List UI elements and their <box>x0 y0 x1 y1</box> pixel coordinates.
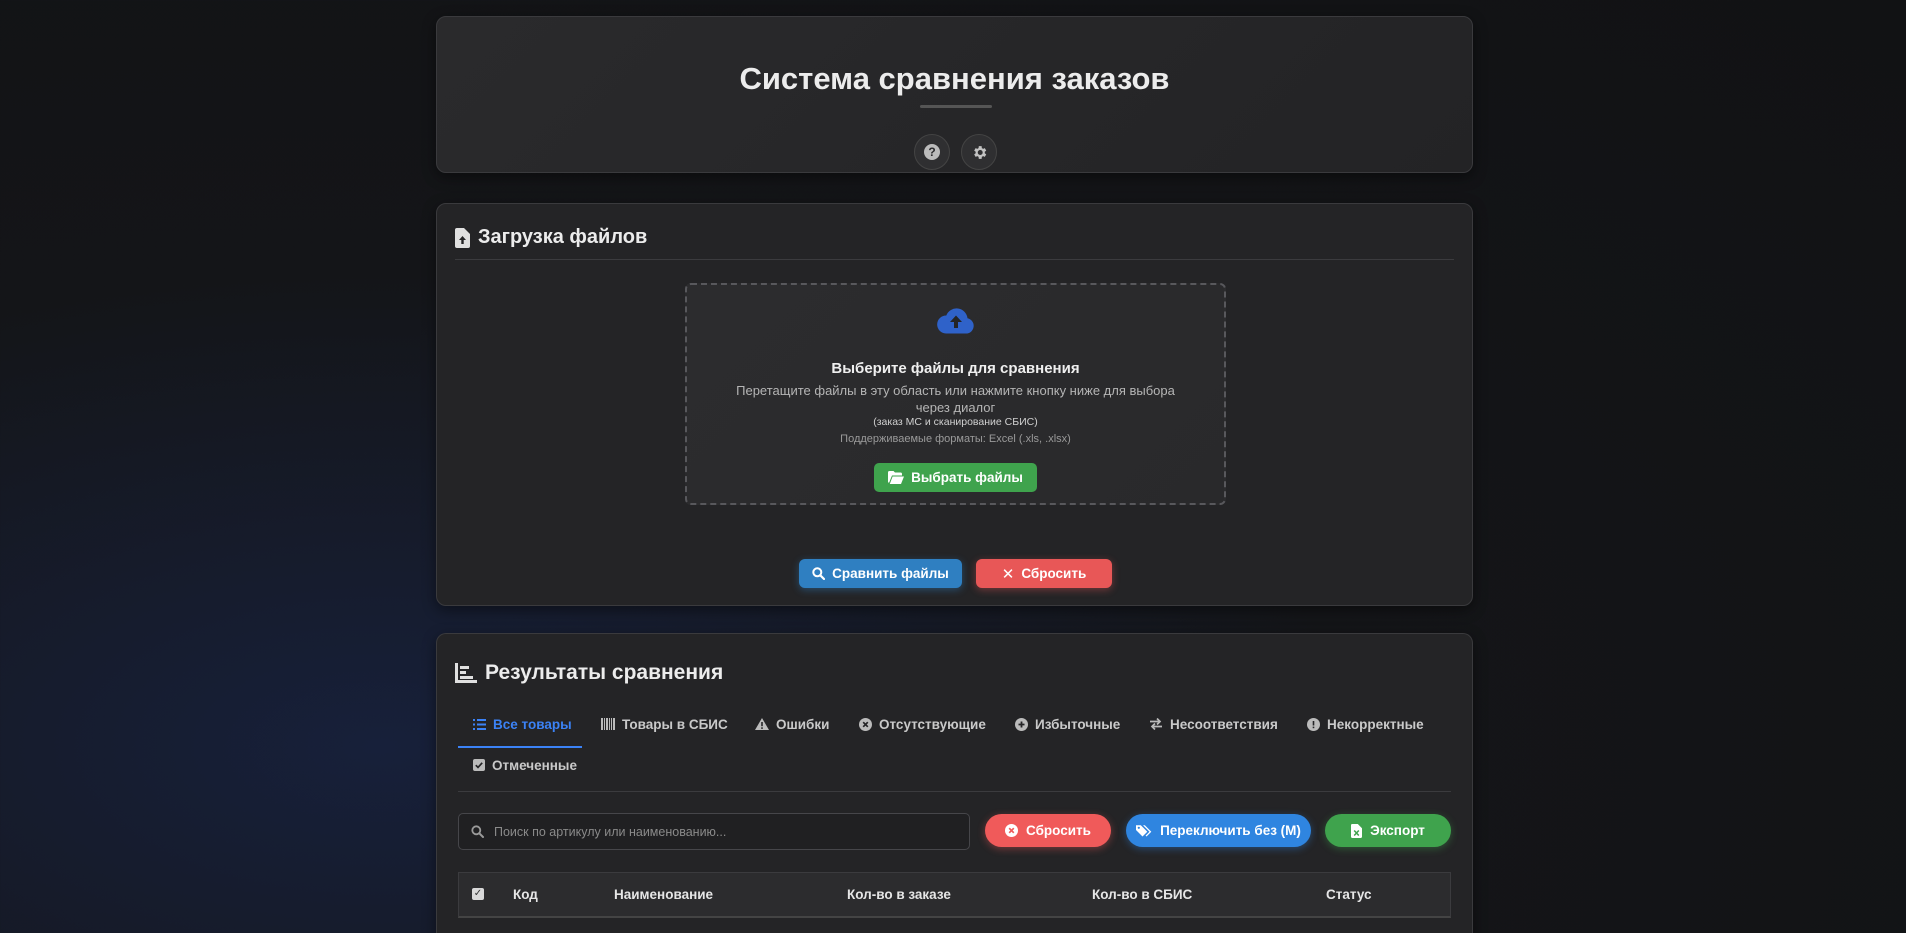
times-circle-icon <box>859 717 872 731</box>
choose-files-label: Выбрать файлы <box>911 470 1023 485</box>
tab-label: Все товары <box>493 716 572 732</box>
gear-icon <box>973 145 986 159</box>
check-square-icon <box>473 759 485 771</box>
help-button[interactable]: ? <box>914 134 950 170</box>
tab-label: Избыточные <box>1035 716 1121 732</box>
choose-files-button[interactable]: Выбрать файлы <box>874 463 1037 492</box>
export-label: Экспорт <box>1370 823 1425 838</box>
compare-files-button[interactable]: Сравнить файлы <box>799 559 962 588</box>
filter-reset-button[interactable]: Сбросить <box>985 814 1111 847</box>
tab-excess[interactable]: Избыточные <box>1015 713 1120 735</box>
dropzone-description: Перетащите файлы в эту область или нажми… <box>736 383 1175 415</box>
results-card: Результаты сравнения Все товары Товары в… <box>436 633 1473 933</box>
list-icon <box>473 718 486 730</box>
search-icon <box>812 567 826 580</box>
tab-label: Товары в СБИС <box>622 716 728 732</box>
tab-label: Несоответствия <box>1170 716 1278 732</box>
export-button[interactable]: Экспорт <box>1325 814 1451 847</box>
results-table-header: ✓ Код Наименование Кол-во в заказе Кол-в… <box>458 872 1451 918</box>
folder-open-icon <box>888 471 905 484</box>
cloud-upload-icon <box>937 308 974 334</box>
file-excel-icon <box>1351 823 1363 838</box>
tab-marked[interactable]: Отмеченные <box>473 754 577 776</box>
tabs-divider <box>458 791 1451 792</box>
column-header-sbis-qty[interactable]: Кол-во в СБИС <box>1092 887 1192 902</box>
tags-icon <box>1136 825 1152 837</box>
file-upload-icon <box>455 227 470 248</box>
close-icon: ✕ <box>1001 565 1015 583</box>
plus-circle-icon <box>1015 717 1028 731</box>
compare-files-label: Сравнить файлы <box>832 566 949 581</box>
search-field[interactable] <box>458 813 970 850</box>
supported-formats: Поддерживаемые форматы: Excel (.xls, .xl… <box>840 433 1071 445</box>
reset-label: Сбросить <box>1021 566 1087 581</box>
upload-card: Загрузка файлов Выберите файлы для сравн… <box>436 203 1473 606</box>
column-header-code[interactable]: Код <box>513 887 538 902</box>
results-section-title: Результаты сравнения <box>455 661 723 685</box>
header-card: Система сравнения заказов ? <box>436 16 1473 173</box>
warning-icon <box>755 718 769 730</box>
tab-label: Некорректные <box>1327 716 1424 732</box>
chart-bar-icon <box>455 663 477 683</box>
exchange-icon <box>1150 718 1162 730</box>
title-underline <box>920 105 992 108</box>
tab-errors[interactable]: Ошибки <box>755 713 829 735</box>
dropzone-note: (заказ МС и сканирование СБИС) <box>873 416 1038 428</box>
toggle-label: Переключить без (М) <box>1160 823 1301 838</box>
upload-section-title: Загрузка файлов <box>455 226 647 249</box>
select-all-checkbox[interactable]: ✓ <box>472 888 484 900</box>
tab-incorrect[interactable]: Некорректные <box>1307 713 1424 735</box>
tab-label: Отмеченные <box>492 757 577 773</box>
toggle-without-m-button[interactable]: Переключить без (М) <box>1126 814 1311 847</box>
tab-label: Отсутствующие <box>879 716 986 732</box>
tab-sbis-items[interactable]: Товары в СБИС <box>601 713 728 735</box>
page-title: Система сравнения заказов <box>739 61 1170 96</box>
column-header-order-qty[interactable]: Кол-во в заказе <box>847 887 951 902</box>
reset-button[interactable]: ✕ Сбросить <box>976 559 1112 588</box>
column-header-status[interactable]: Статус <box>1326 887 1372 902</box>
dropzone-title: Выберите файлы для сравнения <box>831 360 1080 377</box>
file-dropzone[interactable]: Выберите файлы для сравнения Перетащите … <box>685 283 1226 505</box>
tab-label: Ошибки <box>776 716 830 732</box>
barcode-icon <box>601 718 615 730</box>
question-circle-icon: ? <box>924 144 940 160</box>
checkbox-icon: ✓ <box>472 888 484 900</box>
times-circle-icon <box>1005 824 1019 837</box>
tab-mismatches[interactable]: Несоответствия <box>1149 713 1278 735</box>
active-tab-indicator <box>458 746 582 748</box>
exclamation-circle-icon <box>1307 717 1320 731</box>
upload-title-text: Загрузка файлов <box>478 226 648 248</box>
search-icon <box>471 825 484 838</box>
filter-reset-label: Сбросить <box>1026 823 1091 838</box>
search-input[interactable] <box>494 824 954 839</box>
tab-missing[interactable]: Отсутствующие <box>859 713 986 735</box>
tab-all-items[interactable]: Все товары <box>473 713 572 735</box>
column-header-name[interactable]: Наименование <box>614 887 713 902</box>
settings-button[interactable] <box>961 134 997 170</box>
results-title-text: Результаты сравнения <box>485 661 724 684</box>
upload-divider <box>455 259 1454 260</box>
